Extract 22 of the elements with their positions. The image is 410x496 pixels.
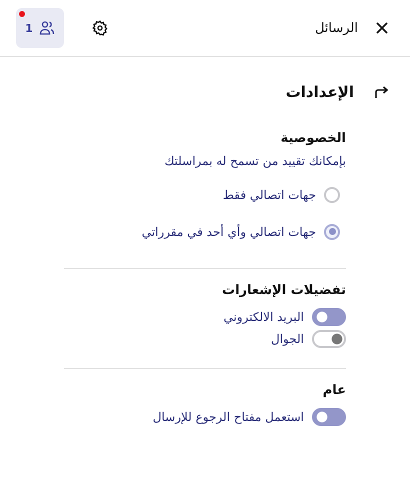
drawer-title: الرسائل [314, 20, 358, 36]
page-title: الإعدادات [286, 83, 354, 101]
radio-label: جهات اتصالي وأي أحد في مقرراتي [142, 224, 316, 238]
section-heading: الخصوصية [280, 131, 346, 146]
close-icon[interactable] [376, 22, 388, 34]
toggle-switch[interactable] [312, 408, 346, 426]
radio-button[interactable] [324, 186, 340, 202]
toggle-label: الجوال [271, 332, 304, 346]
section-heading: عام [322, 383, 346, 398]
contacts-count: 1 [25, 22, 33, 34]
back-arrow-icon[interactable] [374, 86, 388, 98]
section-description: بإمكانك تقييد من تسمح له بمراسلتك [163, 154, 346, 168]
contacts-button[interactable]: 1 [16, 8, 64, 48]
toggle-label: استعمل مفتاح الرجوع للإرسال [152, 410, 304, 424]
toggle-switch[interactable] [312, 330, 346, 348]
settings-icon[interactable] [92, 20, 108, 36]
section-heading: تفضيلات الإشعارات [221, 283, 346, 298]
toggle-switch[interactable] [312, 308, 346, 326]
radio-label: جهات اتصالي فقط [222, 188, 316, 202]
radio-button[interactable] [324, 224, 340, 240]
toggle-label: البريد الالكتروني [223, 310, 304, 324]
people-icon [38, 20, 55, 36]
